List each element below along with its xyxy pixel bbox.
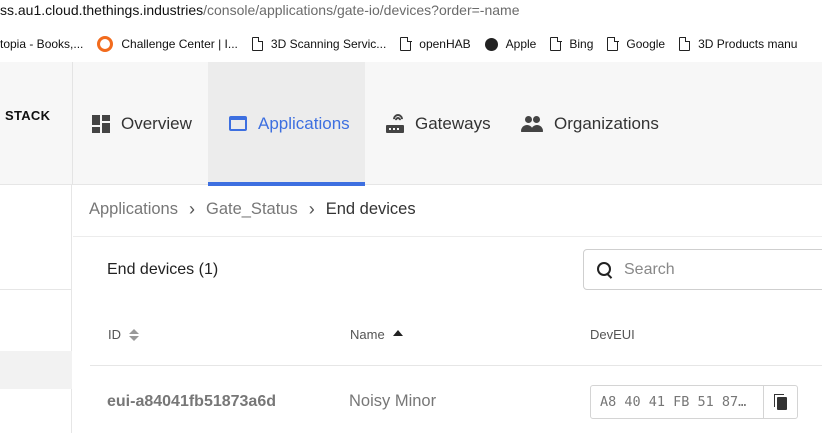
- page-icon: [679, 36, 691, 51]
- brand-logo[interactable]: STACK: [5, 108, 50, 123]
- breadcrumb: Applications › Gate_Status › End devices: [89, 199, 416, 220]
- sidebar-divider: [0, 289, 72, 290]
- column-header-id[interactable]: ID: [108, 327, 139, 342]
- breadcrumb-end-devices: End devices: [325, 200, 416, 218]
- tab-label: Overview: [121, 113, 192, 133]
- device-id: eui-a84041fb51873a6d: [107, 393, 276, 410]
- column-header-name[interactable]: Name: [350, 327, 403, 342]
- page-icon: [400, 36, 412, 51]
- dashboard-grid-icon: [92, 114, 110, 133]
- sort-unsorted-icon: [129, 328, 139, 341]
- chevron-right-icon: ›: [188, 199, 195, 219]
- bookmark-item[interactable]: Google: [607, 36, 666, 51]
- device-name: Noisy Minor: [349, 392, 437, 410]
- tab-organizations[interactable]: Organizations: [521, 62, 659, 185]
- tab-label: Gateways: [415, 113, 491, 133]
- bookmark-item[interactable]: Bing: [550, 36, 594, 51]
- bookmark-item[interactable]: Challenge Center | I...: [97, 36, 238, 52]
- search-box[interactable]: Search: [583, 249, 822, 290]
- page-icon: [607, 36, 619, 51]
- column-header-label: DevEUI: [590, 327, 635, 342]
- top-navigation: STACK Overview Applications Gateways Org…: [0, 62, 822, 186]
- breadcrumb-divider: [73, 236, 822, 237]
- copy-icon: [773, 394, 788, 410]
- apple-icon: [484, 37, 498, 51]
- bookmark-label: topia - Books,...: [0, 37, 84, 51]
- bookmark-item[interactable]: openHAB: [400, 36, 471, 51]
- tab-label: Organizations: [554, 113, 659, 133]
- bookmark-label: 3D Products manu: [698, 37, 798, 51]
- gateway-router-icon: [386, 111, 406, 133]
- bookmark-item[interactable]: 3D Scanning Servic...: [251, 36, 387, 51]
- bookmark-item[interactable]: 3D Products manu: [679, 36, 798, 51]
- dev-eui-value[interactable]: A8 40 41 FB 51 87…: [591, 386, 763, 418]
- nav-divider: [72, 62, 73, 185]
- table-header-divider: [90, 365, 822, 366]
- people-group-icon: [521, 115, 543, 132]
- tab-gateways[interactable]: Gateways: [386, 62, 491, 185]
- column-header-deveui[interactable]: DevEUI: [590, 327, 635, 342]
- page-title: End devices (1): [107, 261, 219, 278]
- page-icon: [550, 36, 562, 51]
- url-host: ss.au1.cloud.thethings.industries: [0, 2, 204, 18]
- tab-applications[interactable]: Applications: [208, 62, 365, 186]
- url-path: /console/applications/gate-io/devices?or…: [203, 2, 520, 18]
- dev-eui-field: A8 40 41 FB 51 87…: [590, 385, 798, 419]
- bookmark-label: Bing: [569, 37, 594, 51]
- page-icon: [251, 36, 264, 51]
- sort-ascending-icon: [392, 330, 403, 336]
- address-bar[interactable]: ss.au1.cloud.thethings.industries/consol…: [0, 0, 822, 24]
- bookmark-item[interactable]: Apple: [484, 37, 537, 51]
- bookmark-label: Apple: [505, 37, 537, 51]
- application-window-icon: [229, 116, 247, 131]
- orange-ring-icon: [97, 36, 114, 52]
- breadcrumb-gate-status[interactable]: Gate_Status: [206, 200, 298, 219]
- breadcrumb-applications[interactable]: Applications: [89, 200, 178, 219]
- bookmarks-bar: topia - Books,... Challenge Center | I..…: [0, 28, 822, 60]
- bookmark-item[interactable]: topia - Books,...: [0, 37, 83, 51]
- copy-button[interactable]: [763, 386, 797, 418]
- tab-overview[interactable]: Overview: [92, 62, 192, 185]
- bookmark-label: Challenge Center | I...: [121, 37, 238, 51]
- chevron-right-icon: ›: [308, 199, 315, 219]
- sidebar: [0, 185, 72, 433]
- bookmark-label: openHAB: [419, 37, 471, 51]
- column-header-label: Name: [350, 327, 385, 342]
- bookmark-label: 3D Scanning Servic...: [270, 37, 387, 51]
- column-header-label: ID: [108, 327, 121, 342]
- bookmark-label: Google: [626, 37, 666, 51]
- sidebar-item-active[interactable]: [0, 351, 72, 389]
- tab-label: Applications: [258, 113, 350, 133]
